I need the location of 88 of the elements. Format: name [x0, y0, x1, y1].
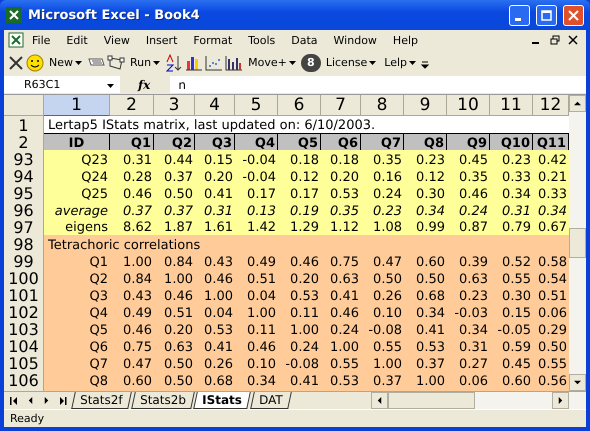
scroll-thumb[interactable] [388, 392, 475, 409]
column-chart-icon[interactable] [225, 54, 244, 70]
menu-item[interactable]: Data [283, 32, 326, 48]
cross-icon[interactable] [8, 54, 24, 70]
minimize-icon [514, 18, 520, 20]
function-label[interactable]: fx [138, 78, 150, 92]
menu-item[interactable]: Edit [58, 32, 96, 48]
caret-icon [75, 60, 82, 64]
table-cell: Q8 [44, 371, 110, 391]
bar-chart-icon[interactable] [185, 54, 204, 70]
status-text: Ready [10, 412, 44, 425]
column-header[interactable]: 1 [44, 95, 110, 116]
column-header[interactable]: 10 [447, 95, 490, 116]
column-header[interactable]: 5 [235, 95, 278, 116]
toolbar-menu-button[interactable]: Move+ [245, 54, 299, 71]
toolbar-menu-button[interactable]: Run [127, 54, 164, 71]
menu-item[interactable]: File [24, 32, 58, 48]
ball-button[interactable]: 8 [300, 54, 321, 72]
scroll-thumb[interactable] [569, 228, 586, 258]
maximize-button[interactable] [536, 4, 557, 26]
column-header[interactable]: 7 [321, 95, 361, 116]
smiley-icon[interactable] [26, 54, 44, 72]
table-cell: 0.53 [321, 371, 361, 391]
scroll-down-button[interactable] [569, 374, 586, 391]
table-cell: 0.41 [278, 371, 321, 391]
menu-item[interactable]: Insert [138, 32, 186, 48]
sort-icon[interactable] [165, 54, 184, 72]
cell-reference: R63C1 [24, 78, 60, 91]
formula-field[interactable]: n [170, 76, 586, 93]
table-cell: 0.68 [195, 371, 235, 391]
caret-icon [288, 60, 296, 64]
table-cell: 0.60 [110, 371, 154, 391]
workbook-icon [8, 32, 24, 48]
column-header[interactable]: 12 [533, 95, 569, 116]
caret-icon [409, 60, 416, 64]
window-title: Microsoft Excel - Book4 [28, 8, 201, 22]
arrow-up-icon [574, 100, 581, 107]
toolbar-menu-button[interactable]: New [46, 54, 85, 71]
table-cell: 0.56 [533, 371, 569, 391]
horizontal-scrollbar[interactable] [371, 392, 586, 409]
table-cell: 0.37 [361, 371, 404, 391]
column-header[interactable]: 2 [110, 95, 154, 116]
sheet-tab[interactable]: Stats2b [130, 392, 194, 409]
column-header[interactable]: 3 [154, 95, 195, 116]
caret-icon [153, 60, 160, 64]
table-cell: 0.50 [154, 371, 195, 391]
last-sheet-icon[interactable] [59, 396, 67, 404]
caret-icon [369, 60, 376, 64]
scroll-left-button[interactable] [371, 392, 388, 409]
vertical-scrollbar[interactable] [569, 95, 586, 391]
polygon-icon[interactable] [107, 54, 125, 70]
column-header[interactable]: 4 [195, 95, 235, 116]
caret-icon [107, 84, 114, 88]
close-icon[interactable] [568, 35, 578, 45]
name-box[interactable]: R63C1 [4, 76, 120, 93]
table-cell: 1.00 [404, 371, 447, 391]
menu-item[interactable]: Help [384, 32, 426, 48]
toolbar-menu-button[interactable]: Lelp [381, 54, 420, 71]
column-header[interactable]: 6 [278, 95, 321, 116]
arrow-right-icon [43, 397, 50, 404]
table-cell: 0.06 [447, 371, 490, 391]
menu-item[interactable]: Format [185, 32, 240, 48]
scroll-right-button[interactable] [552, 392, 569, 409]
close-icon [568, 10, 579, 20]
menu-item[interactable]: Window [326, 32, 385, 48]
sheet-tab[interactable]: IStats [194, 392, 252, 409]
toolbar-menu-button[interactable]: License [322, 54, 380, 71]
column-header[interactable]: 11 [490, 95, 533, 116]
column-header[interactable]: 9 [404, 95, 447, 116]
arrow-down-icon [574, 379, 581, 386]
first-sheet-icon[interactable] [10, 396, 18, 404]
table-cell: 0.60 [490, 371, 533, 391]
minimize-button[interactable] [509, 4, 530, 26]
arrow-left-icon [27, 397, 34, 404]
app-icon [6, 7, 22, 23]
menu-item[interactable]: Tools [240, 32, 284, 48]
close-button[interactable] [563, 4, 584, 26]
maximize-icon [541, 10, 552, 20]
arrow-right-icon [557, 397, 564, 404]
restore-icon[interactable] [550, 35, 560, 45]
sheet-tab[interactable]: Stats2f [71, 392, 132, 409]
scatter-chart-icon[interactable] [205, 54, 224, 70]
scroll-up-button[interactable] [569, 95, 586, 112]
arrow-left-icon [376, 397, 383, 404]
menu-item[interactable]: View [96, 32, 138, 48]
table-cell: 0.34 [235, 371, 278, 391]
column-header[interactable]: 8 [361, 95, 404, 116]
sheet-tab[interactable]: DAT [250, 392, 292, 409]
